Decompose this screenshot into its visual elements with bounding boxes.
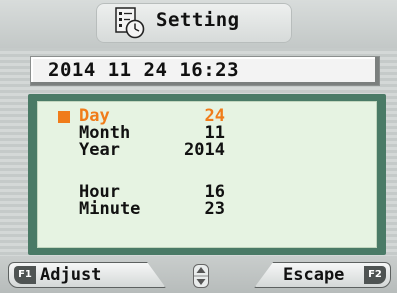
selection-marker: [58, 111, 70, 123]
f2-key-badge: F2: [364, 266, 386, 284]
device-screen: Setting 2014 11 24 16:23 Day 24 Month 11…: [0, 0, 397, 293]
adjust-button-label[interactable]: Adjust: [40, 265, 101, 285]
field-minute-label[interactable]: Minute: [79, 201, 140, 218]
field-year-value[interactable]: 2014: [165, 142, 225, 159]
datetime-display-value: 2014 11 24 16:23: [48, 59, 240, 81]
up-down-arrows-icon: [193, 264, 209, 288]
escape-button-label[interactable]: Escape: [283, 265, 344, 285]
settings-clock-icon: [115, 7, 145, 39]
page-title: Setting: [156, 9, 240, 31]
field-year-label[interactable]: Year: [79, 142, 120, 159]
field-minute-value[interactable]: 23: [165, 201, 225, 218]
f1-key-badge: F1: [14, 266, 36, 284]
